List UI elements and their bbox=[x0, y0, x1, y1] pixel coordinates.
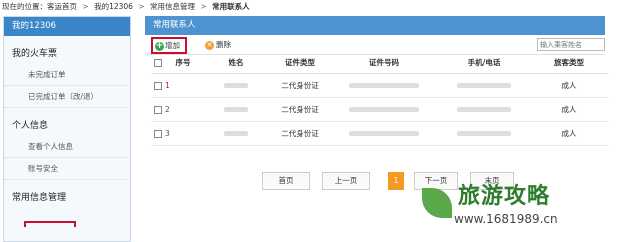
column-header-name: 姓名 bbox=[201, 53, 271, 74]
select-all-checkbox[interactable] bbox=[154, 59, 162, 68]
breadcrumb-prefix: 现在的位置：客运首页 bbox=[2, 2, 77, 11]
row-checkbox[interactable] bbox=[154, 105, 162, 114]
table-row[interactable]: 2 二代身份证 成人 bbox=[151, 97, 609, 122]
table-row[interactable]: 3 二代身份证 成人 bbox=[151, 121, 609, 146]
redacted-text bbox=[457, 107, 511, 112]
sidebar-item-account-security[interactable]: 账号安全 bbox=[4, 158, 130, 180]
row-id-number-redacted bbox=[329, 97, 439, 122]
row-passenger-type: 成人 bbox=[529, 97, 609, 122]
redacted-text bbox=[457, 83, 511, 88]
sidebar-title[interactable]: 我的12306 bbox=[4, 17, 130, 36]
add-contact-button[interactable]: + 增加 bbox=[151, 37, 187, 54]
toolbar: + 增加 ✕ 删除 bbox=[145, 35, 605, 55]
redacted-text bbox=[349, 107, 419, 112]
redacted-text bbox=[224, 107, 248, 112]
leaf-logo-icon bbox=[422, 188, 452, 218]
row-seq: 1 bbox=[165, 73, 201, 98]
breadcrumb-separator: > bbox=[138, 2, 145, 11]
row-id-type: 二代身份证 bbox=[271, 97, 329, 122]
delete-label: 删除 bbox=[216, 40, 231, 49]
breadcrumb-separator: > bbox=[200, 2, 207, 11]
row-seq: 2 bbox=[165, 97, 201, 122]
breadcrumb-current: 常用联系人 bbox=[212, 2, 250, 11]
sidebar-item-view-personal-info[interactable]: 查看个人信息 bbox=[4, 136, 130, 158]
watermark-title: 旅游攻略 bbox=[458, 184, 551, 209]
row-checkbox-cell bbox=[151, 73, 165, 98]
prev-page-button[interactable]: 上一页 bbox=[322, 172, 370, 190]
column-header-id-type: 证件类型 bbox=[271, 53, 329, 74]
row-id-number-redacted bbox=[329, 73, 439, 98]
plus-icon: + bbox=[155, 40, 164, 51]
row-checkbox[interactable] bbox=[154, 81, 162, 90]
redacted-text bbox=[224, 131, 248, 136]
sidebar-group-tickets[interactable]: 我的火车票 bbox=[4, 44, 130, 64]
breadcrumb-separator: > bbox=[82, 2, 89, 11]
sidebar: 我的12306 我的火车票 未完成订单 已完成订单（改/退） 个人信息 查看个人… bbox=[3, 16, 131, 242]
redacted-text bbox=[349, 131, 419, 136]
watermark: 旅游攻略 www.1681989.cn bbox=[418, 178, 618, 242]
sidebar-highlight-marker bbox=[24, 221, 76, 227]
select-all-header bbox=[151, 53, 165, 74]
sidebar-item-finished-orders[interactable]: 已完成订单（改/退） bbox=[4, 86, 130, 108]
row-phone-redacted bbox=[439, 97, 529, 122]
sidebar-group-personal-info[interactable]: 个人信息 bbox=[4, 116, 130, 136]
delete-icon: ✕ bbox=[205, 40, 214, 50]
row-id-number-redacted bbox=[329, 121, 439, 146]
breadcrumb: 现在的位置：客运首页 > 我的12306 > 常用信息管理 > 常用联系人 bbox=[0, 0, 619, 13]
column-header-passenger-type: 旅客类型 bbox=[529, 53, 609, 74]
column-header-phone: 手机/电话 bbox=[439, 53, 529, 74]
table-header-row: 序号 姓名 证件类型 证件号码 手机/电话 旅客类型 bbox=[151, 53, 609, 74]
contacts-table: 序号 姓名 证件类型 证件号码 手机/电话 旅客类型 1 二代身份证 成人 2 … bbox=[151, 53, 609, 146]
panel-title: 常用联系人 bbox=[145, 16, 605, 35]
sidebar-item-unfinished-orders[interactable]: 未完成订单 bbox=[4, 64, 130, 86]
row-checkbox[interactable] bbox=[154, 129, 162, 138]
first-page-button[interactable]: 首页 bbox=[262, 172, 310, 190]
row-name-redacted bbox=[201, 73, 271, 98]
row-id-type: 二代身份证 bbox=[271, 73, 329, 98]
passenger-search-input[interactable] bbox=[537, 38, 605, 51]
row-checkbox-cell bbox=[151, 97, 165, 122]
add-label: 增加 bbox=[165, 41, 180, 50]
redacted-text bbox=[224, 83, 248, 88]
breadcrumb-link-info-management[interactable]: 常用信息管理 bbox=[150, 0, 195, 13]
sidebar-group-common-info[interactable]: 常用信息管理 bbox=[4, 188, 130, 208]
row-seq: 3 bbox=[165, 121, 201, 146]
row-name-redacted bbox=[201, 121, 271, 146]
row-phone-redacted bbox=[439, 121, 529, 146]
redacted-text bbox=[457, 131, 511, 136]
column-header-seq: 序号 bbox=[165, 53, 201, 74]
row-passenger-type: 成人 bbox=[529, 73, 609, 98]
row-checkbox-cell bbox=[151, 121, 165, 146]
watermark-url: www.1681989.cn bbox=[454, 212, 558, 226]
column-header-id-number: 证件号码 bbox=[329, 53, 439, 74]
redacted-text bbox=[349, 83, 419, 88]
row-phone-redacted bbox=[439, 73, 529, 98]
delete-contact-button[interactable]: ✕ 删除 bbox=[205, 39, 231, 51]
row-name-redacted bbox=[201, 97, 271, 122]
breadcrumb-link-my12306[interactable]: 我的12306 bbox=[94, 0, 133, 13]
row-id-type: 二代身份证 bbox=[271, 121, 329, 146]
row-passenger-type: 成人 bbox=[529, 121, 609, 146]
page-number-current[interactable]: 1 bbox=[388, 172, 404, 190]
table-row[interactable]: 1 二代身份证 成人 bbox=[151, 73, 609, 98]
